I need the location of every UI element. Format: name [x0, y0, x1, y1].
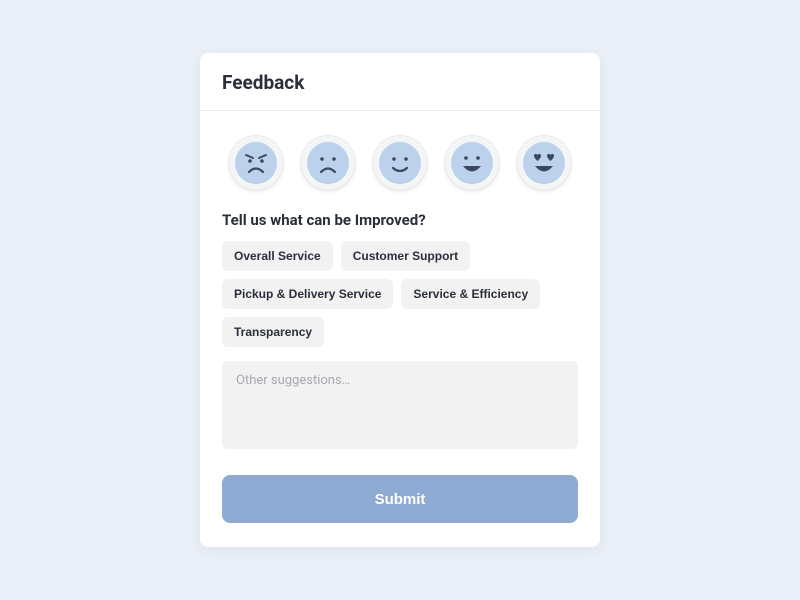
improvement-question: Tell us what can be Improved?	[200, 211, 600, 241]
emoji-very-unhappy[interactable]	[228, 135, 284, 191]
angry-face-icon	[235, 142, 277, 184]
slight-smile-face-icon	[379, 142, 421, 184]
feedback-card: Feedback	[200, 53, 600, 547]
sad-face-icon	[307, 142, 349, 184]
heart-eyes-face-icon	[523, 142, 565, 184]
submit-wrap: Submit	[200, 469, 600, 547]
emoji-happy[interactable]	[444, 135, 500, 191]
chip-service-efficiency[interactable]: Service & Efficiency	[401, 279, 540, 309]
submit-button[interactable]: Submit	[222, 475, 578, 523]
emoji-rating-row	[200, 111, 600, 211]
chip-customer-support[interactable]: Customer Support	[341, 241, 470, 271]
chip-overall-service[interactable]: Overall Service	[222, 241, 333, 271]
suggestion-textarea-wrap	[200, 361, 600, 469]
card-header: Feedback	[200, 53, 600, 111]
question-text: Tell us what can be Improved?	[222, 211, 578, 229]
improvement-chips: Overall Service Customer Support Pickup …	[200, 241, 600, 361]
suggestion-textarea[interactable]	[222, 361, 578, 449]
chip-pickup-delivery[interactable]: Pickup & Delivery Service	[222, 279, 393, 309]
grin-face-icon	[451, 142, 493, 184]
emoji-love[interactable]	[516, 135, 572, 191]
emoji-unhappy[interactable]	[300, 135, 356, 191]
page-title: Feedback	[222, 71, 578, 94]
emoji-neutral-happy[interactable]	[372, 135, 428, 191]
chip-transparency[interactable]: Transparency	[222, 317, 324, 347]
